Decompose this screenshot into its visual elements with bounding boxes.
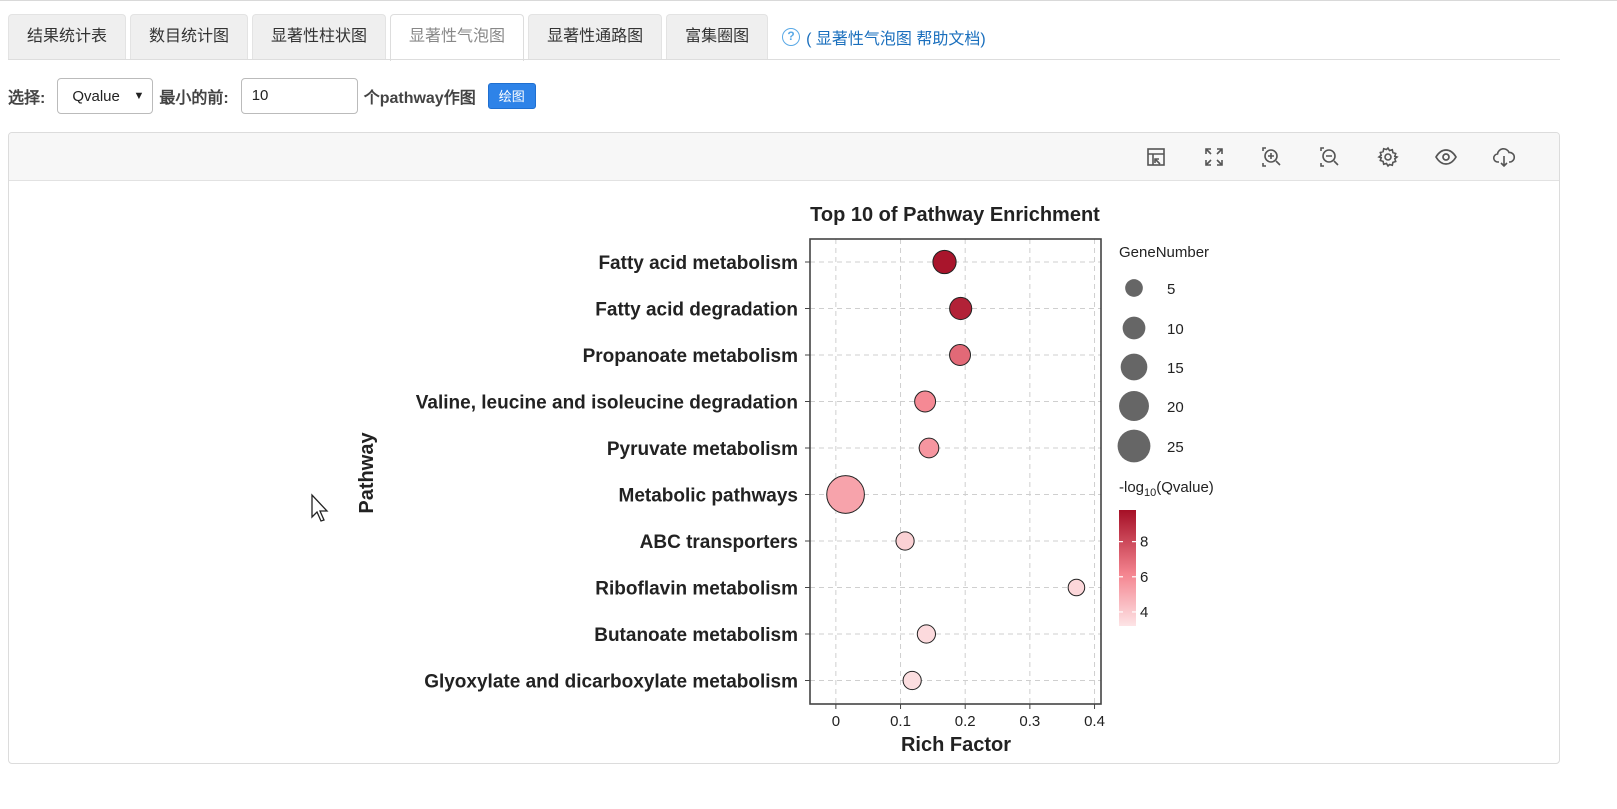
x-ticks: 0 0.1 0.2 0.3 0.4 [832, 704, 1105, 730]
color-bar [1119, 510, 1136, 626]
size-legend-label: 15 [1167, 360, 1184, 377]
size-legend-dot [1122, 316, 1146, 340]
bubble-point [895, 531, 915, 551]
bubble-point [826, 475, 865, 514]
x-tick-label: 0.1 [890, 713, 911, 730]
chart-toolbar [9, 133, 1559, 181]
y-tick-label: Fatty acid metabolism [598, 253, 798, 274]
tab-significance-bar[interactable]: 显著性柱状图 [252, 14, 387, 60]
plot-points [826, 249, 1086, 691]
bubble-point [914, 390, 937, 413]
x-tick-label: 0.3 [1019, 713, 1040, 730]
top-border [0, 0, 1617, 1]
size-legend-dot [1120, 353, 1148, 381]
color-legend-tick-label: 8 [1140, 534, 1148, 551]
size-legend-label: 10 [1167, 321, 1184, 338]
size-legend-dot [1119, 391, 1149, 421]
y-tick-label: ABC transporters [640, 532, 798, 553]
size-legend: GeneNumber 5 10 15 20 25 [1117, 244, 1209, 463]
size-legend-label: 25 [1167, 439, 1184, 456]
chart-title: Top 10 of Pathway Enrichment [810, 204, 1100, 226]
draw-button[interactable]: 绘图 [487, 83, 536, 109]
bubble-point [918, 437, 940, 459]
y-tick-label: Glyoxylate and dicarboxylate metabolism [424, 672, 798, 693]
bubble-point [949, 344, 971, 366]
mouse-cursor-icon [311, 493, 329, 522]
bubble-point [916, 624, 937, 644]
help-doc-link[interactable]: ? ( 显著性气泡图 帮助文档) [772, 14, 986, 60]
help-doc-label: ( 显著性气泡图 帮助文档) [806, 31, 986, 48]
y-tick-label: Propanoate metabolism [583, 346, 798, 367]
y-tick-labels: Fatty acid metabolism Fatty acid degradat… [416, 253, 810, 693]
pathway-count-input[interactable]: 10 [240, 78, 358, 114]
cloud-download-icon[interactable] [1492, 145, 1516, 169]
size-legend-dot [1125, 279, 1143, 297]
size-legend-title: GeneNumber [1119, 244, 1209, 261]
size-legend-label: 5 [1167, 281, 1175, 298]
controls-row: 选择: Qvalue ▼ 最小的前: 10 个pathway作图 绘图 [8, 78, 536, 114]
zoom-in-icon[interactable] [1260, 145, 1284, 169]
pathway-suffix-label: 个pathway作图 [363, 90, 476, 107]
color-legend-title: -log10(Qvalue) [1119, 479, 1214, 499]
x-axis-title: Rich Factor [901, 734, 1011, 756]
x-tick-label: 0.4 [1084, 713, 1105, 730]
size-legend-label: 20 [1167, 399, 1184, 416]
y-tick-label: Pyruvate metabolism [607, 439, 798, 460]
bubble-chart: Top 10 of Pathway Enrichment Pathway Ric… [356, 204, 1214, 756]
zoom-out-icon[interactable] [1318, 145, 1342, 169]
y-tick-label: Riboflavin metabolism [595, 579, 798, 600]
min-count-label: 最小的前: [159, 90, 229, 107]
bubble-point [1067, 578, 1086, 597]
size-legend-dot [1117, 429, 1151, 463]
gear-icon[interactable] [1376, 145, 1400, 169]
y-tick-label: Metabolic pathways [619, 486, 799, 507]
y-tick-label: Fatty acid degradation [595, 300, 798, 321]
x-tick-label: 0 [832, 713, 840, 730]
select-label: 选择: [8, 90, 46, 107]
metric-select[interactable]: Qvalue ▼ [57, 78, 154, 114]
color-legend-tick-label: 6 [1140, 569, 1148, 586]
tab-bar: 结果统计表 数目统计图 显著性柱状图 显著性气泡图 显著性通路图 富集圈图 ? … [8, 14, 986, 61]
y-tick-label: Butanoate metabolism [594, 625, 798, 646]
help-icon: ? [782, 28, 801, 46]
restore-icon[interactable] [1144, 145, 1168, 169]
color-legend: -log10(Qvalue) 4 6 8 [1119, 479, 1214, 626]
bubble-point [932, 249, 957, 275]
tab-significance-bubble[interactable]: 显著性气泡图 [390, 14, 525, 61]
eye-icon[interactable] [1434, 145, 1458, 169]
tab-result-table[interactable]: 结果统计表 [8, 14, 127, 60]
y-axis-title: Pathway [356, 432, 378, 514]
tab-significance-pathway[interactable]: 显著性通路图 [528, 14, 663, 60]
tabs-divider [8, 59, 1560, 60]
metric-select-value: Qvalue [72, 87, 120, 105]
bubble-point [949, 296, 973, 321]
y-tick-label: Valine, leucine and isoleucine degradati… [416, 393, 798, 414]
chart-panel: Top 10 of Pathway Enrichment Pathway Ric… [8, 132, 1560, 764]
color-legend-tick-label: 4 [1140, 604, 1148, 621]
tab-count-chart[interactable]: 数目统计图 [130, 14, 249, 60]
x-tick-label: 0.2 [955, 713, 976, 730]
fullscreen-icon[interactable] [1202, 145, 1226, 169]
chevron-down-icon: ▼ [133, 90, 145, 102]
tab-enrichment-circle[interactable]: 富集圈图 [666, 14, 769, 60]
bubble-point [902, 670, 922, 691]
